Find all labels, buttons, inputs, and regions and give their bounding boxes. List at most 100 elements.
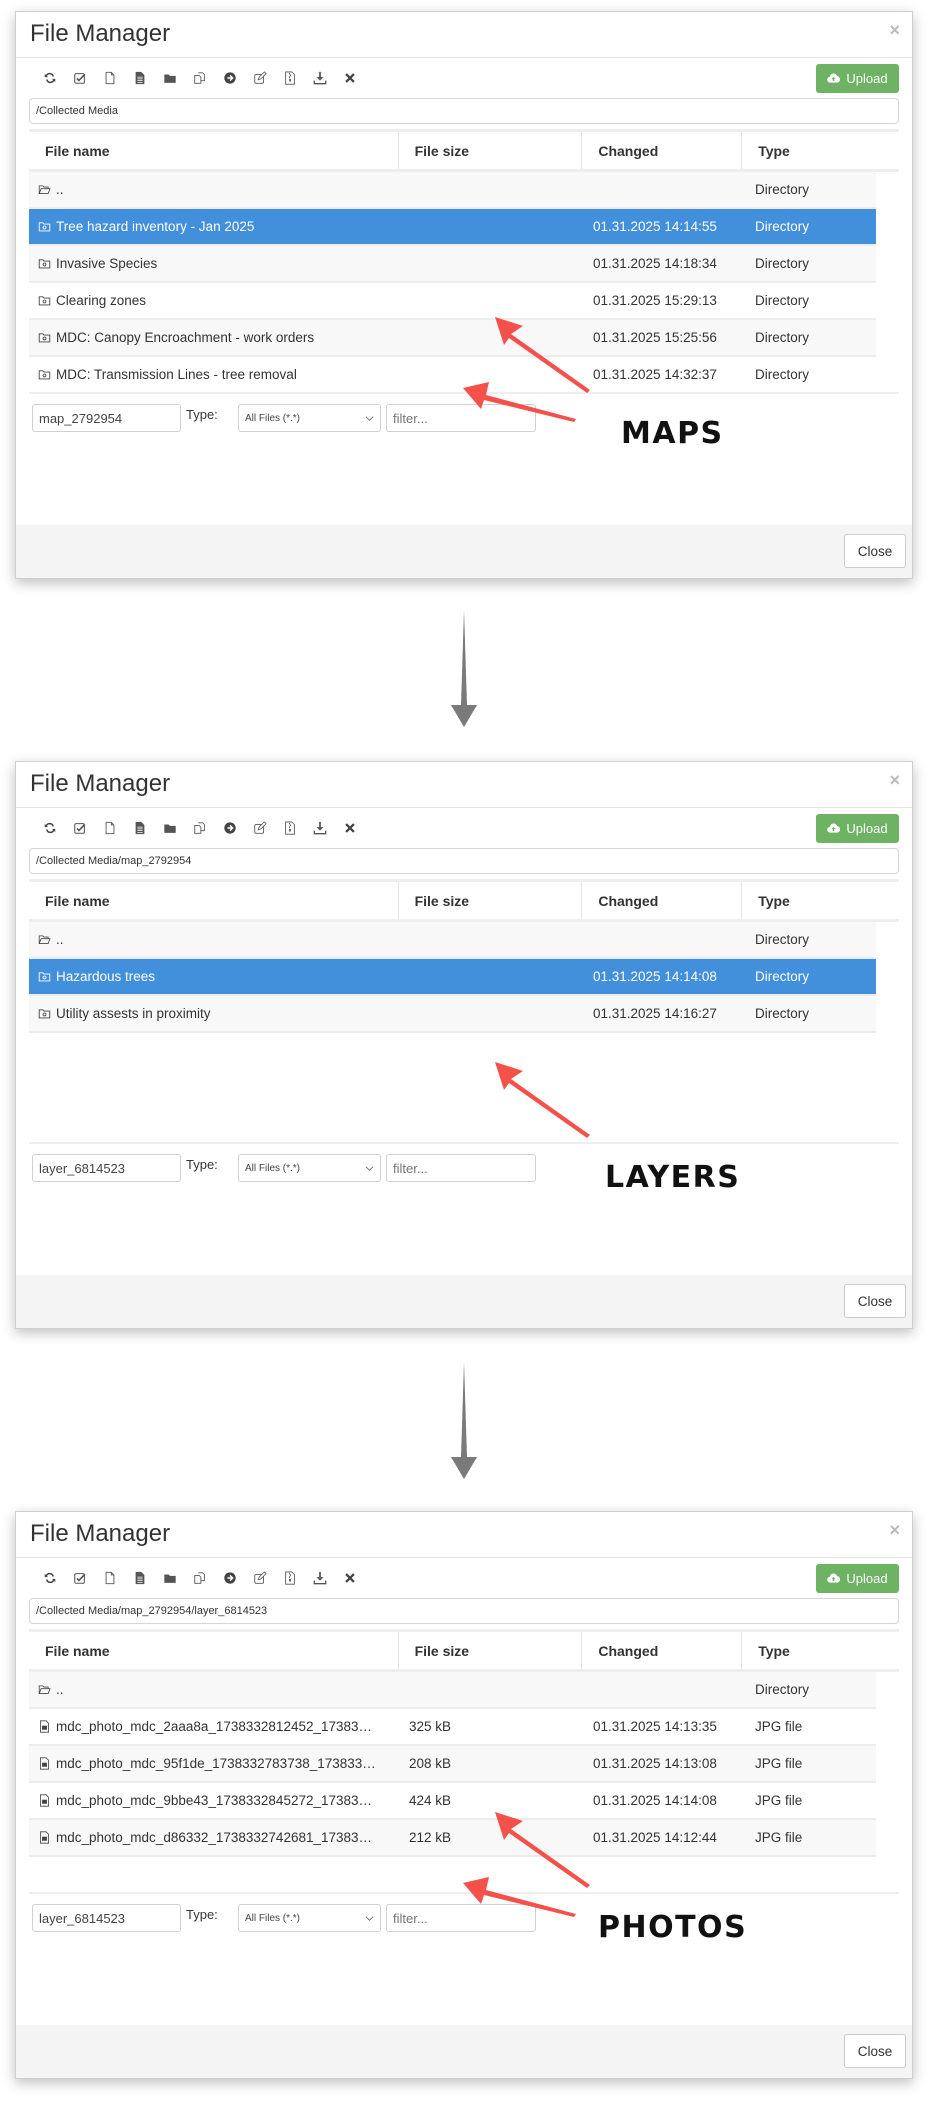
filter-input[interactable] [386,404,536,432]
parent-directory-row[interactable]: .. Directory [29,1672,876,1709]
edit-tool-button[interactable] [245,69,275,87]
new-file-tool-button[interactable] [95,819,125,837]
column-header-file-name[interactable]: File name [29,132,399,169]
folder-tool-button[interactable] [155,819,185,837]
dialog-close-x-button[interactable]: × [889,20,900,41]
column-header-changed[interactable]: Changed [582,1632,743,1669]
column-header-file-name[interactable]: File name [29,1632,399,1669]
table-row[interactable]: mdc_photo_mdc_2aaa8a_1738332812452_17383… [29,1709,876,1746]
column-header-changed[interactable]: Changed [582,132,743,169]
column-header-file-name[interactable]: File name [29,882,399,919]
check-square-tool-button[interactable] [65,69,95,87]
refresh-tool-button[interactable] [35,819,65,837]
file-name: Hazardous trees [56,969,156,984]
download-tool-button[interactable] [305,69,335,87]
table-row[interactable]: Hazardous trees 01.31.2025 14:14:08 Direct… [29,959,876,996]
upload-button[interactable]: Upload [816,814,899,843]
delete-tool-button[interactable] [335,1569,365,1587]
column-header-type[interactable]: Type [742,1632,899,1669]
column-header-file-size[interactable]: File size [399,1632,583,1669]
filter-input[interactable] [386,1904,536,1932]
new-file-tool-button[interactable] [95,1569,125,1587]
table-row[interactable]: mdc_photo_mdc_9bbe43_1738332845272_17383… [29,1783,876,1820]
file-name: mdc_photo_mdc_2aaa8a_1738332812452_17383… [56,1719,373,1734]
zip-file-tool-button[interactable] [275,69,305,87]
check-square-tool-button[interactable] [65,1569,95,1587]
delete-icon [345,823,355,833]
edit-tool-button[interactable] [245,819,275,837]
column-header-type[interactable]: Type [742,882,899,919]
column-header-type[interactable]: Type [742,132,899,169]
table-header: File name File size Changed Type [29,882,899,922]
refresh-tool-button[interactable] [35,1569,65,1587]
file-name: Utility assests in proximity [56,1006,211,1021]
zip-file-tool-button[interactable] [275,819,305,837]
copy-tool-button[interactable] [185,1569,215,1587]
current-path-field[interactable] [29,848,899,874]
filename-input[interactable] [32,1154,181,1182]
new-file-icon [105,1571,115,1585]
table-row[interactable]: mdc_photo_mdc_d86332_1738332742681_17383… [29,1820,876,1857]
file-text-tool-button[interactable] [125,69,155,87]
file-text-tool-button[interactable] [125,1569,155,1587]
filter-input[interactable] [386,1154,536,1182]
table-row[interactable]: MDC: Transmission Lines - tree removal 01… [29,357,876,394]
folder-icon [164,74,176,83]
move-arrow-tool-button[interactable] [215,819,245,837]
table-body: .. Directory Hazardous trees 01.31.2025 14:… [29,922,876,1033]
move-arrow-tool-button[interactable] [215,69,245,87]
move-arrow-tool-button[interactable] [215,1569,245,1587]
current-path-field[interactable] [29,1598,899,1624]
close-button[interactable]: Close [844,2034,906,2068]
move-arrow-icon [224,72,236,84]
new-file-tool-button[interactable] [95,69,125,87]
file-text-tool-button[interactable] [125,819,155,837]
zip-file-tool-button[interactable] [275,1569,305,1587]
table-row[interactable]: Clearing zones 01.31.2025 15:29:13 Directo… [29,283,876,320]
current-path-field[interactable] [29,98,899,124]
table-row[interactable]: Utility assests in proximity 01.31.2025 1… [29,996,876,1033]
cell-type: Directory [755,293,810,308]
refresh-tool-button[interactable] [35,69,65,87]
cell-type: Directory [755,1682,810,1697]
delete-tool-button[interactable] [335,819,365,837]
edit-tool-button[interactable] [245,1569,275,1587]
table-row[interactable]: Invasive Species 01.31.2025 14:18:34 Direc… [29,246,876,283]
file-type-select[interactable]: All Files (*.*) [238,1154,381,1182]
check-square-tool-button[interactable] [65,819,95,837]
close-button[interactable]: Close [844,534,906,568]
close-button[interactable]: Close [844,1284,906,1318]
dialog-close-x-button[interactable]: × [889,770,900,791]
upload-button[interactable]: Upload [816,1564,899,1593]
refresh-icon [44,72,56,84]
dialog-close-x-button[interactable]: × [889,1520,900,1541]
file-text-icon [135,821,145,835]
download-tool-button[interactable] [305,819,335,837]
cell-type: Directory [755,182,810,197]
file-name: Tree hazard inventory - Jan 2025 [56,219,255,234]
download-tool-button[interactable] [305,1569,335,1587]
file-type-select[interactable]: All Files (*.*) [238,1904,381,1932]
file-manager-dialog-maps: File Manager × Upload File name File siz… [15,11,913,579]
refresh-icon [44,822,56,834]
parent-directory-row[interactable]: .. Directory [29,172,876,209]
column-header-file-size[interactable]: File size [399,132,583,169]
column-header-file-size[interactable]: File size [399,882,583,919]
delete-tool-button[interactable] [335,69,365,87]
column-header-changed[interactable]: Changed [582,882,743,919]
cell-type: Directory [755,256,810,271]
table-row[interactable]: MDC: Canopy Encroachment - work orders 01… [29,320,876,357]
copy-tool-button[interactable] [185,819,215,837]
parent-directory-row[interactable]: .. Directory [29,922,876,959]
cell-changed: 01.31.2025 14:14:08 [593,1793,717,1808]
file-type-select[interactable]: All Files (*.*) [238,404,381,432]
table-row[interactable]: Tree hazard inventory - Jan 2025 01.31.20… [29,209,876,246]
table-row[interactable]: mdc_photo_mdc_95f1de_1738332783738_17383… [29,1746,876,1783]
cell-file-name: mdc_photo_mdc_d86332_1738332742681_17383… [29,1830,399,1845]
upload-button[interactable]: Upload [816,64,899,93]
folder-tool-button[interactable] [155,1569,185,1587]
filename-input[interactable] [32,1904,181,1932]
copy-tool-button[interactable] [185,69,215,87]
folder-tool-button[interactable] [155,69,185,87]
filename-input[interactable] [32,404,181,432]
